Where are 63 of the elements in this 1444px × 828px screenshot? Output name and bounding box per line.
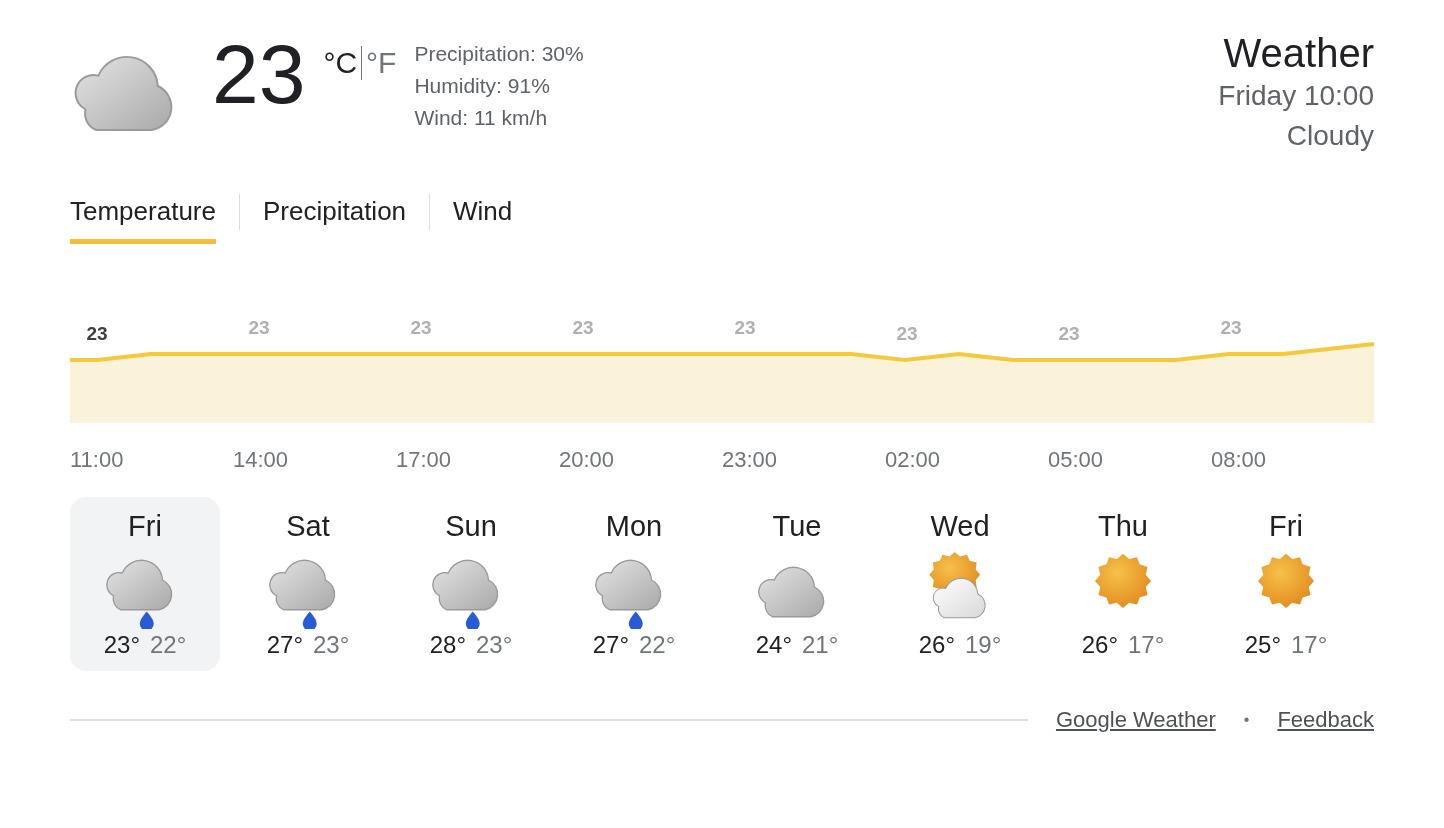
separator-dot: •	[1243, 711, 1250, 729]
day-name: Sun	[445, 509, 497, 544]
day-forecast[interactable]: Fri 23° 22°	[70, 497, 220, 671]
high-temperature: 28°	[429, 631, 466, 659]
day-forecast[interactable]: Thu 26° 17°	[1048, 497, 1198, 671]
low-temperature: 23°	[313, 631, 350, 659]
low-temperature: 21°	[802, 631, 839, 659]
unit-toggle[interactable]: °F	[362, 46, 401, 80]
temperature-label: 23	[86, 323, 108, 344]
temperature-label: 23	[248, 317, 270, 338]
weather-detail: Precipitation: 30%	[414, 41, 584, 67]
day-name: Mon	[605, 509, 663, 544]
date-time: Friday 10:00	[1218, 79, 1374, 113]
day-forecast[interactable]: Tue 24° 21°	[722, 497, 872, 671]
footer-link[interactable]: Google Weather	[1055, 707, 1216, 733]
temperature-label: 23	[896, 322, 918, 344]
hour-label: 14:00	[233, 447, 289, 472]
low-temperature: 22°	[639, 631, 676, 659]
high-temperature: 26°	[1081, 631, 1118, 659]
widget-title: Weather	[1222, 30, 1374, 76]
hour-label: 20:00	[559, 447, 615, 472]
high-temperature: 27°	[592, 631, 629, 659]
day-forecast[interactable]: Wed 26° 19°	[885, 497, 1035, 671]
low-temperature: 19°	[965, 631, 1002, 659]
hour-label: 05:00	[1048, 447, 1104, 472]
low-temperature: 17°	[1128, 631, 1165, 659]
chart-tab[interactable]: Temperature	[70, 188, 216, 244]
hour-label: 17:00	[396, 447, 452, 472]
hour-label: 23:00	[722, 447, 778, 472]
unit-toggle[interactable]: °C	[319, 46, 362, 80]
day-name: Fri	[1269, 509, 1303, 544]
current-temperature: 23	[212, 26, 306, 123]
high-temperature: 25°	[1244, 631, 1281, 659]
low-temperature: 23°	[476, 631, 513, 659]
hour-label: 02:00	[885, 447, 941, 472]
day-forecast[interactable]: Fri 25° 17°	[1211, 497, 1361, 671]
temperature-label: 23	[572, 317, 594, 338]
hour-label: 11:00	[70, 447, 124, 472]
high-temperature: 26°	[918, 631, 955, 659]
footer-link[interactable]: Feedback	[1277, 707, 1374, 733]
day-forecast[interactable]: Sun 28° 23°	[396, 497, 546, 671]
temperature-label: 23	[734, 317, 756, 338]
chart-tab[interactable]: Precipitation	[262, 188, 407, 244]
hour-label: 08:00	[1211, 447, 1267, 472]
high-temperature: 27°	[266, 631, 303, 659]
chart-tab[interactable]: Wind	[453, 188, 513, 244]
temperature-label: 23	[1220, 317, 1242, 338]
weather-detail: Wind: 11 km/h	[414, 105, 549, 131]
high-temperature: 24°	[755, 631, 792, 659]
low-temperature: 17°	[1291, 631, 1328, 659]
weather-detail: Humidity: 91%	[414, 73, 551, 99]
temperature-label: 23	[1058, 323, 1080, 344]
high-temperature: 23°	[103, 631, 140, 659]
weather-condition: Cloudy	[1285, 119, 1374, 153]
day-name: Tue	[772, 509, 822, 544]
day-name: Wed	[930, 509, 990, 544]
temperature-label: 23	[410, 317, 432, 338]
day-name: Fri	[128, 509, 162, 544]
day-name: Thu	[1098, 509, 1148, 544]
low-temperature: 22°	[150, 631, 187, 659]
day-forecast[interactable]: Mon 27° 22°	[559, 497, 709, 671]
day-name: Sat	[286, 509, 330, 544]
day-forecast[interactable]: Sat 27° 23°	[233, 497, 383, 671]
